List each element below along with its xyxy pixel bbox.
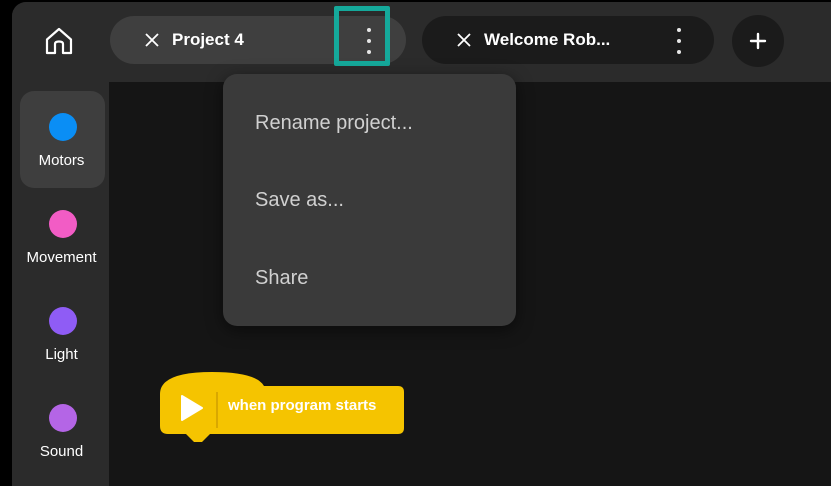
tab-options-button[interactable]	[672, 24, 686, 58]
kebab-dot	[677, 38, 681, 43]
kebab-dot	[367, 27, 371, 32]
category-label: Light	[45, 346, 78, 363]
category-sound[interactable]: Sound	[20, 382, 105, 479]
tab-options-button[interactable]	[362, 24, 376, 58]
motors-color-dot	[49, 113, 77, 141]
when-program-starts-block[interactable]: when program starts	[160, 372, 406, 444]
movement-color-dot	[49, 210, 77, 238]
light-color-dot	[49, 307, 77, 335]
tab-welcome[interactable]: Welcome Rob...	[422, 16, 714, 64]
category-light[interactable]: Light	[20, 285, 105, 382]
category-motors[interactable]: Motors	[20, 91, 105, 188]
category-label: Sound	[39, 443, 84, 460]
category-movement[interactable]: Movement	[20, 188, 105, 285]
menu-item-rename[interactable]: Rename project...	[255, 112, 413, 135]
kebab-dot	[367, 50, 371, 55]
close-tab-icon[interactable]	[456, 32, 472, 48]
app-window: Project 4 Welcome Rob... Motors Movement…	[12, 2, 831, 486]
kebab-dot	[677, 50, 681, 55]
sound-color-dot	[49, 404, 77, 432]
category-label: Movement	[26, 249, 97, 266]
project-options-menu: Rename project... Save as... Share	[223, 74, 516, 326]
top-bar: Project 4 Welcome Rob...	[12, 2, 831, 82]
kebab-dot	[367, 38, 371, 43]
close-tab-icon[interactable]	[144, 32, 160, 48]
category-label: Motors	[38, 152, 85, 169]
menu-item-share[interactable]: Share	[255, 267, 308, 290]
kebab-dot	[677, 27, 681, 32]
add-tab-button[interactable]	[732, 15, 784, 67]
home-button[interactable]	[40, 22, 78, 60]
home-icon	[45, 27, 73, 55]
block-label: when program starts	[228, 397, 377, 414]
category-sidebar: Motors Movement Light Sound	[12, 82, 109, 486]
plus-icon	[749, 32, 767, 50]
menu-item-save-as[interactable]: Save as...	[255, 189, 344, 212]
